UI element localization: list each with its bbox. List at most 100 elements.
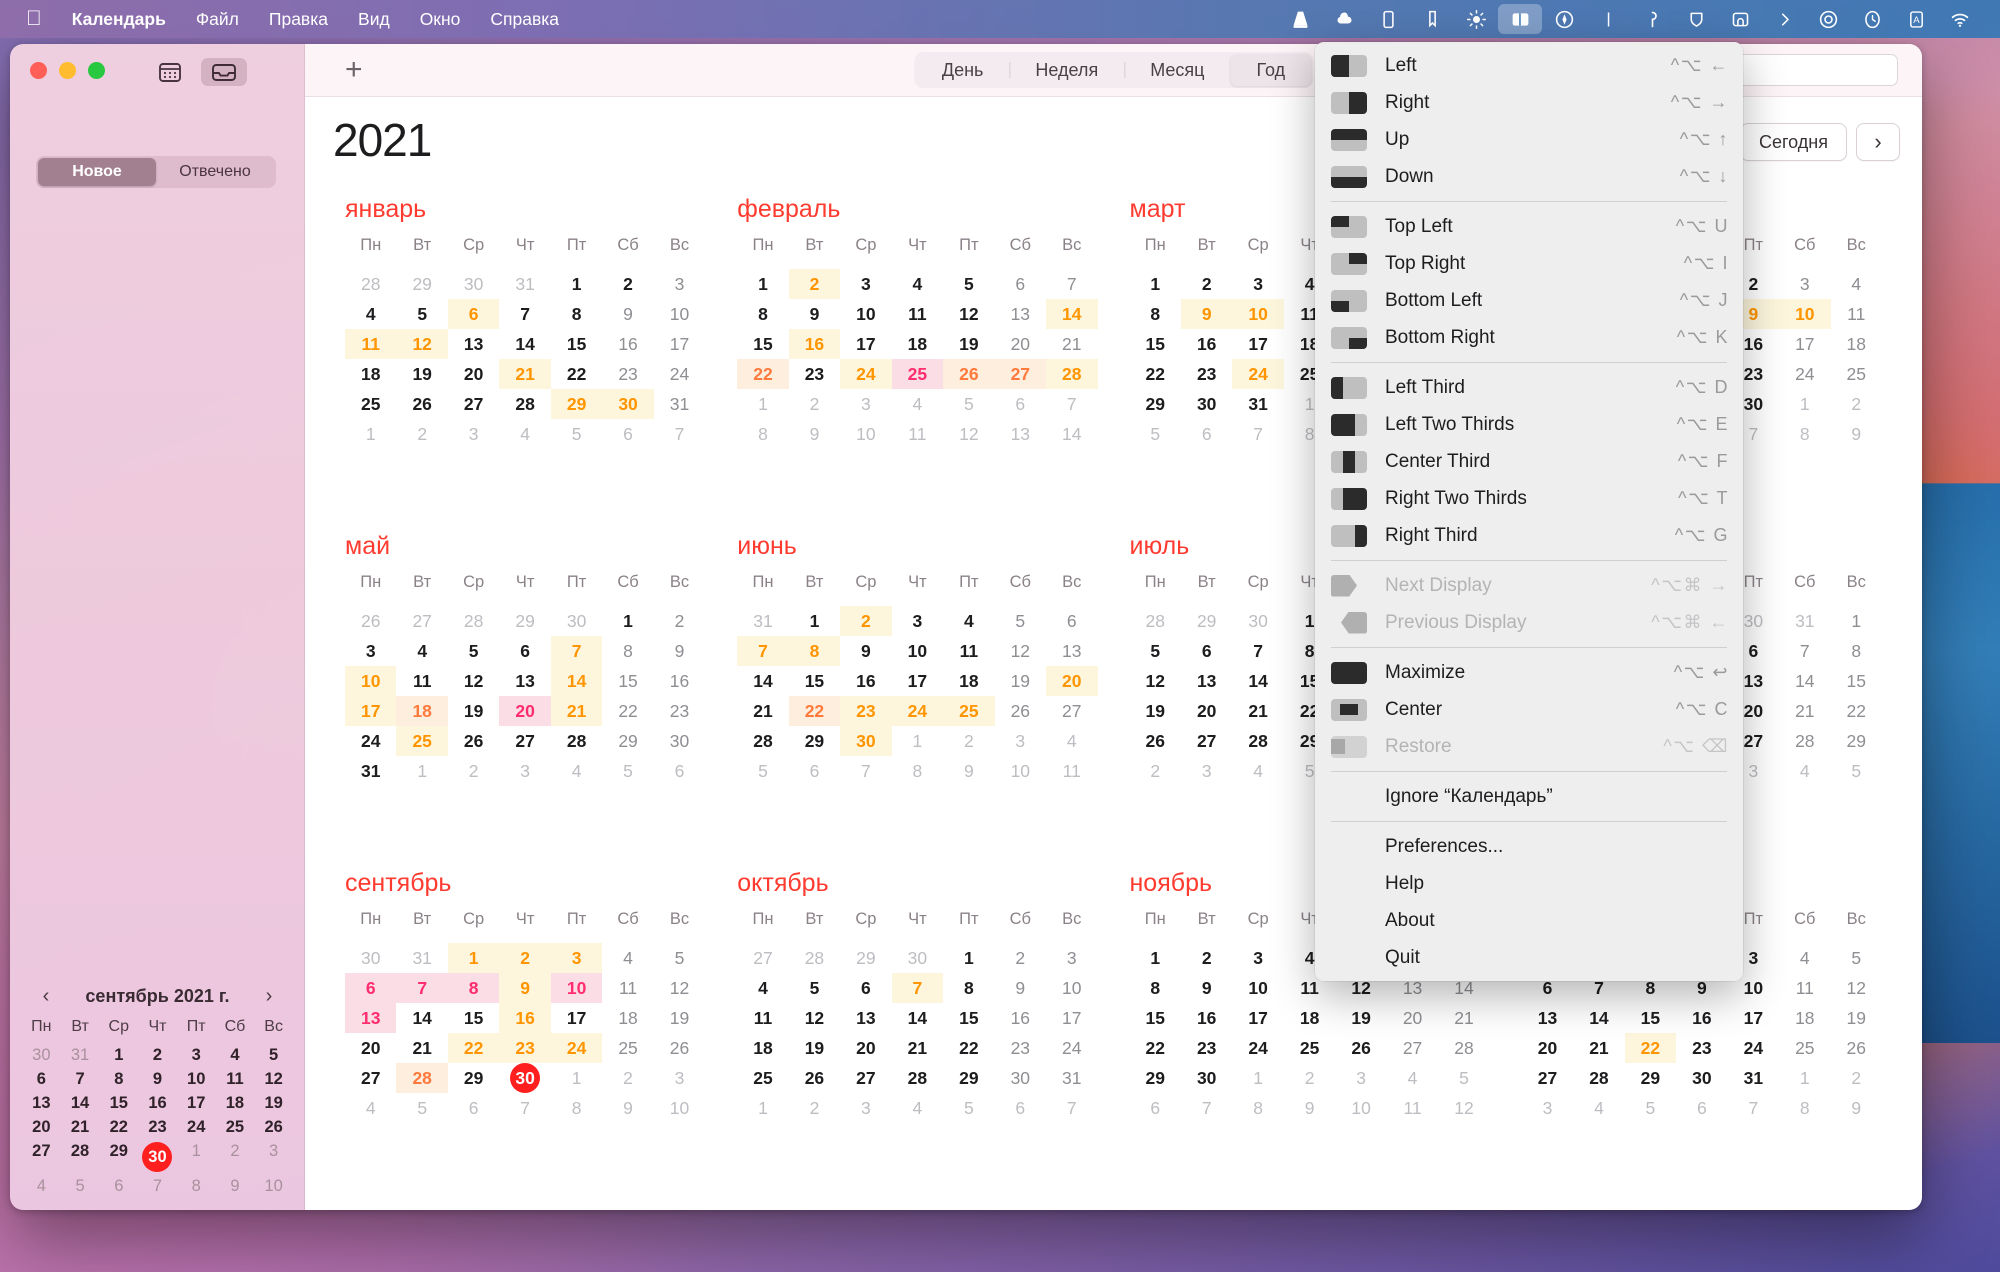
day-cell[interactable]: 9 <box>1181 973 1232 1003</box>
day-cell[interactable]: 26 <box>448 726 499 756</box>
day-cell[interactable]: 12 <box>995 636 1046 666</box>
day-cell[interactable]: 26 <box>345 606 396 636</box>
day-cell[interactable]: 29 <box>1130 389 1181 419</box>
day-cell[interactable]: 25 <box>602 1033 653 1063</box>
day-cell[interactable]: 24 <box>1728 1033 1779 1063</box>
day-cell[interactable]: 27 <box>345 1063 396 1093</box>
month-name[interactable]: май <box>345 532 705 561</box>
day-cell[interactable]: 30 <box>448 269 499 299</box>
mini-day-cell[interactable]: 20 <box>22 1118 61 1137</box>
month-name[interactable]: январь <box>345 195 705 224</box>
day-cell[interactable]: 28 <box>396 1063 448 1093</box>
day-cell[interactable]: 26 <box>1831 1033 1882 1063</box>
mini-day-cell[interactable]: 10 <box>177 1070 216 1089</box>
day-cell[interactable]: 22 <box>1831 696 1882 726</box>
day-cell[interactable]: 25 <box>737 1063 788 1093</box>
day-cell[interactable]: 27 <box>737 943 788 973</box>
day-cell[interactable]: 30 <box>602 389 654 419</box>
day-cell[interactable]: 11 <box>1046 756 1097 786</box>
day-cell[interactable]: 1 <box>737 389 788 419</box>
day-cell[interactable]: 6 <box>840 973 891 1003</box>
menu-item-quit[interactable]: Quit <box>1315 939 1743 976</box>
day-cell[interactable]: 16 <box>602 329 653 359</box>
clock-icon[interactable] <box>1850 4 1894 34</box>
day-cell[interactable]: 6 <box>1130 1093 1181 1123</box>
day-cell[interactable]: 4 <box>345 299 396 329</box>
mini-day-cell[interactable]: 7 <box>61 1070 100 1089</box>
day-cell[interactable]: 3 <box>840 269 891 299</box>
day-cell[interactable]: 4 <box>1779 756 1830 786</box>
day-cell[interactable]: 14 <box>1779 666 1830 696</box>
pin-icon[interactable] <box>1630 4 1674 34</box>
day-cell[interactable]: 5 <box>448 636 499 666</box>
day-cell[interactable]: 5 <box>943 389 994 419</box>
day-cell[interactable]: 16 <box>840 666 891 696</box>
day-cell[interactable]: 28 <box>551 726 602 756</box>
day-cell[interactable]: 29 <box>943 1063 994 1093</box>
day-cell[interactable]: 26 <box>396 389 447 419</box>
day-cell[interactable]: 2 <box>602 269 653 299</box>
day-cell[interactable]: 4 <box>1387 1063 1438 1093</box>
day-cell[interactable]: 1 <box>1130 269 1181 299</box>
day-cell[interactable]: 7 <box>737 636 789 666</box>
day-cell[interactable]: 12 <box>1130 666 1181 696</box>
day-cell[interactable]: 4 <box>1779 943 1830 973</box>
day-cell[interactable]: 18 <box>396 696 448 726</box>
day-cell[interactable]: 11 <box>345 329 397 359</box>
mini-day-cell[interactable]: 15 <box>99 1094 138 1113</box>
day-cell[interactable]: 29 <box>550 389 603 419</box>
day-cell[interactable]: 30 <box>1181 389 1232 419</box>
month-name[interactable]: июнь <box>737 532 1097 561</box>
day-cell[interactable]: 8 <box>602 636 653 666</box>
month-name[interactable]: февраль <box>737 195 1097 224</box>
day-cell[interactable]: 3 <box>995 726 1046 756</box>
day-cell[interactable]: 25 <box>891 359 944 389</box>
day-cell[interactable]: 18 <box>602 1003 653 1033</box>
month-name[interactable]: октябрь <box>737 869 1097 898</box>
mini-day-cell[interactable]: 26 <box>254 1118 293 1137</box>
day-cell[interactable]: 29 <box>448 1063 499 1093</box>
day-cell[interactable]: 1 <box>396 756 447 786</box>
day-cell[interactable]: 26 <box>654 1033 705 1063</box>
mini-day-cell[interactable]: 12 <box>254 1070 293 1089</box>
day-cell[interactable]: 7 <box>1181 1093 1232 1123</box>
day-cell[interactable]: 20 <box>840 1033 891 1063</box>
day-cell[interactable]: 16 <box>499 1003 551 1033</box>
segment-answered[interactable]: Отвечено <box>156 158 274 186</box>
day-cell[interactable]: 7 <box>1232 419 1283 449</box>
day-cell[interactable]: 29 <box>602 726 653 756</box>
day-cell[interactable]: 11 <box>737 1003 788 1033</box>
day-cell[interactable]: 21 <box>1046 329 1097 359</box>
day-cell[interactable]: 8 <box>737 419 788 449</box>
day-cell[interactable]: 24 <box>550 1033 603 1063</box>
day-cell[interactable]: 5 <box>1831 943 1882 973</box>
day-cell[interactable]: 1 <box>737 1093 788 1123</box>
day-cell[interactable]: 6 <box>995 389 1046 419</box>
day-cell[interactable]: 12 <box>943 419 994 449</box>
day-cell[interactable]: 28 <box>1438 1033 1489 1063</box>
day-cell[interactable]: 12 <box>396 329 448 359</box>
day-cell[interactable]: 29 <box>499 606 550 636</box>
day-cell[interactable]: 31 <box>737 606 788 636</box>
day-cell[interactable]: 30 <box>1676 1063 1727 1093</box>
day-cell[interactable]: 2 <box>654 606 705 636</box>
day-cell[interactable]: 5 <box>789 973 840 1003</box>
day-cell[interactable]: 8 <box>788 636 841 666</box>
day-cell[interactable]: 26 <box>789 1063 840 1093</box>
day-cell[interactable]: 28 <box>789 943 840 973</box>
day-cell[interactable]: 18 <box>737 1033 788 1063</box>
mini-day-cell[interactable]: 18 <box>216 1094 255 1113</box>
day-cell[interactable]: 27 <box>1522 1063 1573 1093</box>
day-cell[interactable]: 7 <box>1779 636 1830 666</box>
day-cell[interactable]: 4 <box>1232 756 1283 786</box>
day-cell[interactable]: 12 <box>1831 973 1882 1003</box>
day-cell[interactable]: 9 <box>789 419 840 449</box>
day-cell[interactable]: 20 <box>1522 1033 1573 1063</box>
day-cell[interactable]: 13 <box>345 1003 397 1033</box>
mini-day-cell[interactable]: 13 <box>22 1094 61 1113</box>
menu-item-bottom-right[interactable]: Bottom Right ^⌥ K <box>1315 319 1743 356</box>
day-cell[interactable]: 8 <box>737 299 788 329</box>
day-cell[interactable]: 14 <box>550 666 603 696</box>
add-event-button[interactable]: + <box>345 55 363 85</box>
day-cell[interactable]: 15 <box>551 329 602 359</box>
